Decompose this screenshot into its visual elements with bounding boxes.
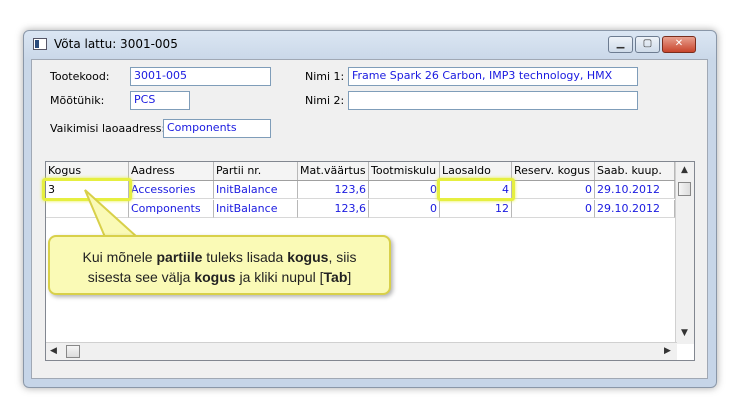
grid-header: Kogus Aadress Partii nr. Mat.väärtus Too… bbox=[46, 162, 675, 181]
horizontal-scroll-thumb[interactable] bbox=[66, 345, 80, 358]
scroll-down-icon[interactable]: ▼ bbox=[681, 328, 688, 338]
reserv-cell[interactable]: 0 bbox=[512, 200, 595, 218]
laosaldo-highlight bbox=[437, 178, 515, 201]
tootekood-field[interactable]: 3001-005 bbox=[130, 67, 271, 86]
app-icon bbox=[33, 38, 47, 50]
saabkuup-cell[interactable]: 29.10.2012 bbox=[595, 200, 675, 218]
matvaartus-cell[interactable]: 123,6 bbox=[298, 200, 369, 218]
scroll-up-icon[interactable]: ▲ bbox=[681, 165, 688, 175]
callout-line-2: sisesta see välja kogus ja kliki nupul [… bbox=[87, 269, 352, 285]
callout-pointer bbox=[84, 189, 140, 238]
scroll-right-icon[interactable]: ▶ bbox=[664, 346, 671, 356]
matvaartus-cell[interactable]: 123,6 bbox=[298, 181, 369, 199]
column-header-reserv[interactable]: Reserv. kogus bbox=[512, 162, 595, 180]
help-callout: Kui mõnele partiile tuleks lisada kogus,… bbox=[48, 235, 391, 295]
mootuhik-field[interactable]: PCS bbox=[130, 91, 190, 110]
horizontal-scrollbar[interactable]: ◀ ▶ bbox=[46, 342, 677, 360]
partii-cell[interactable]: InitBalance bbox=[214, 181, 298, 199]
laosaldo-cell[interactable]: 12 bbox=[440, 200, 512, 218]
nimi2-field[interactable] bbox=[348, 91, 638, 110]
column-header-matvaartus[interactable]: Mat.väärtus bbox=[298, 162, 369, 180]
reserv-cell[interactable]: 0 bbox=[512, 181, 595, 199]
nimi2-label: Nimi 2: bbox=[305, 94, 345, 107]
vertical-scroll-thumb[interactable] bbox=[678, 182, 691, 196]
close-icon: ✕ bbox=[674, 38, 684, 49]
column-header-tootmiskulu[interactable]: Tootmiskulu bbox=[369, 162, 440, 180]
maximize-icon: ▢ bbox=[642, 38, 653, 49]
maximize-button[interactable]: ▢ bbox=[635, 36, 660, 53]
column-header-partii[interactable]: Partii nr. bbox=[214, 162, 298, 180]
minimize-icon: ▁ bbox=[616, 38, 625, 49]
close-button[interactable]: ✕ bbox=[662, 36, 696, 53]
vaikimisi-field[interactable]: Components bbox=[163, 119, 271, 138]
saabkuup-cell[interactable]: 29.10.2012 bbox=[595, 181, 675, 199]
column-header-aadress[interactable]: Aadress bbox=[129, 162, 214, 180]
tootmiskulu-cell[interactable]: 0 bbox=[369, 181, 440, 199]
vaikimisi-label: Vaikimisi laoaadress: bbox=[50, 122, 166, 135]
partii-cell[interactable]: InitBalance bbox=[214, 200, 298, 218]
tootekood-label: Tootekood: bbox=[50, 70, 110, 83]
callout-line-1: Kui mõnele partiile tuleks lisada kogus,… bbox=[82, 249, 357, 265]
vertical-scrollbar[interactable]: ▲ ▼ bbox=[675, 162, 694, 344]
nimi1-field[interactable]: Frame Spark 26 Carbon, IMP3 technology, … bbox=[348, 67, 638, 86]
minimize-button[interactable]: ▁ bbox=[608, 36, 633, 53]
scroll-left-icon[interactable]: ◀ bbox=[50, 346, 57, 356]
mootuhik-label: Mõõtühik: bbox=[50, 94, 105, 107]
title-bar[interactable]: Võta lattu: 3001-005 ▁ ▢ ✕ bbox=[24, 31, 716, 59]
nimi1-label: Nimi 1: bbox=[305, 70, 345, 83]
column-header-saabkuup[interactable]: Saab. kuup. bbox=[595, 162, 675, 180]
tootmiskulu-cell[interactable]: 0 bbox=[369, 200, 440, 218]
window-title: Võta lattu: 3001-005 bbox=[54, 37, 178, 51]
